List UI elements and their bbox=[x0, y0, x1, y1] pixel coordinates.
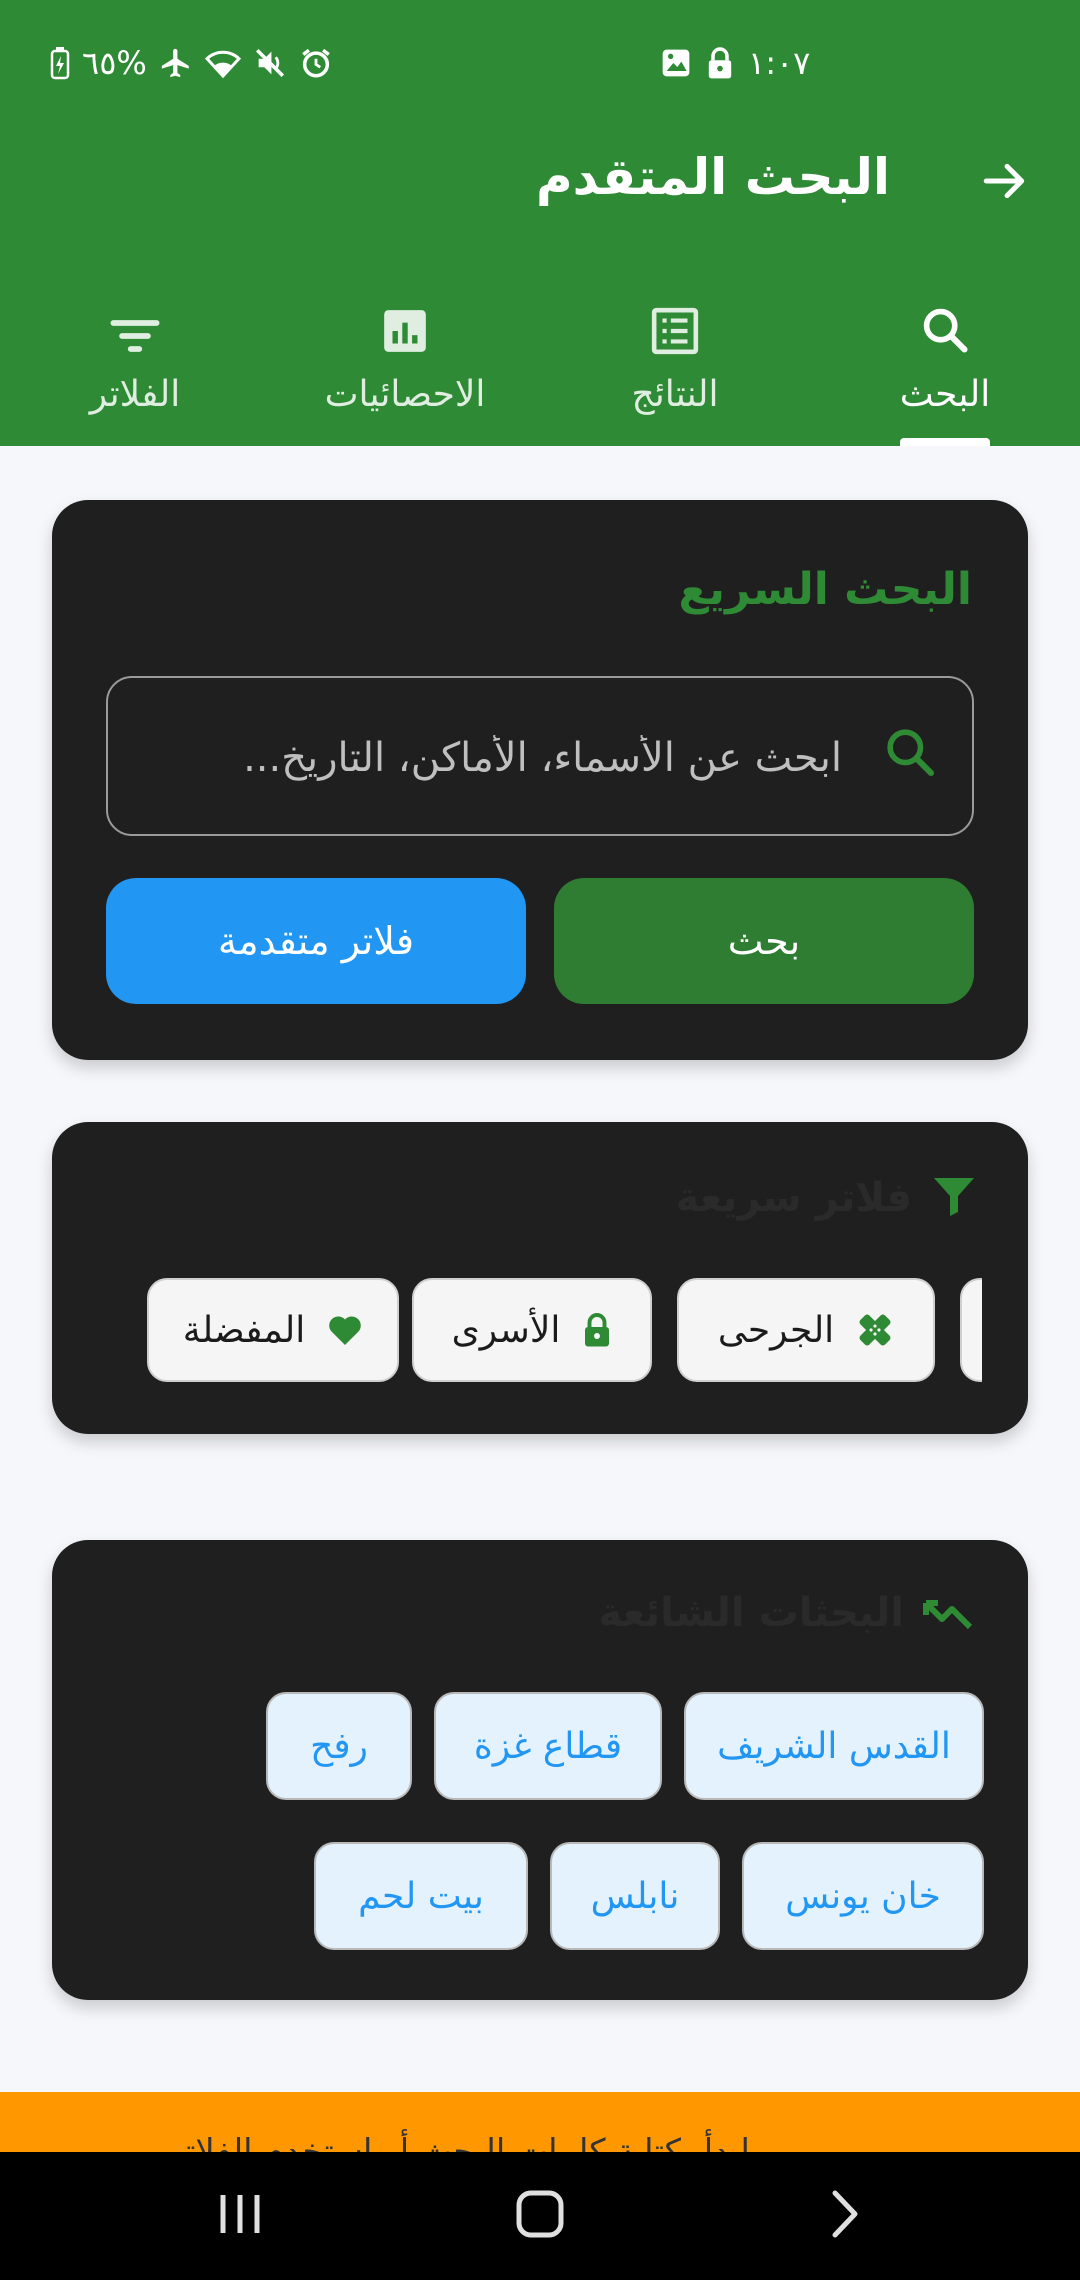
list-icon bbox=[650, 306, 700, 360]
bar-chart-icon bbox=[380, 306, 430, 360]
quick-filters-title: فلاتر سريعة bbox=[675, 1175, 912, 1221]
funnel-icon bbox=[930, 1172, 978, 1224]
place-chip[interactable]: خان يونس bbox=[742, 1842, 984, 1950]
lock-icon bbox=[582, 1312, 612, 1348]
trending-up-icon bbox=[922, 1591, 978, 1635]
tab-filters[interactable]: الفلاتر bbox=[0, 280, 270, 446]
tab-label: الفلاتر bbox=[89, 374, 181, 415]
chip-label: الجرحى bbox=[717, 1309, 835, 1351]
tab-statistics[interactable]: الاحصائيات bbox=[270, 280, 540, 446]
tab-label: البحث bbox=[899, 374, 991, 415]
home-icon bbox=[515, 2189, 565, 2243]
recents-icon bbox=[215, 2191, 265, 2241]
tab-search[interactable]: البحث bbox=[810, 280, 1080, 446]
filter-chips-row: المفضلة الأسرى الجرحى ء bbox=[92, 1278, 982, 1386]
search-input[interactable] bbox=[202, 718, 842, 798]
banner-text: ابدأ بكتابة كلمات البحث أو استخدم الفلات… bbox=[167, 2132, 750, 2152]
popular-searches-card: البحثات الشائعة القدس الشريف قطاع غزة رف… bbox=[52, 1540, 1028, 2000]
search-field[interactable] bbox=[106, 676, 974, 836]
airplane-icon bbox=[159, 46, 193, 80]
place-chip[interactable]: نابلس bbox=[550, 1842, 720, 1950]
chip-favorites[interactable]: المفضلة bbox=[147, 1278, 399, 1382]
status-right: ١:٠٧ bbox=[660, 44, 810, 82]
chip-partial[interactable]: ء bbox=[960, 1278, 982, 1382]
quick-search-card: البحث السريع بحث فلاتر متقدمة bbox=[52, 500, 1028, 1060]
search-button[interactable]: بحث bbox=[554, 878, 974, 1004]
quick-search-title: البحث السريع bbox=[678, 564, 973, 615]
lock-status-icon bbox=[706, 46, 734, 80]
tab-label: الاحصائيات bbox=[324, 374, 486, 415]
battery-percent: ٦٥% bbox=[82, 44, 147, 82]
place-chip[interactable]: بيت لحم bbox=[314, 1842, 528, 1950]
tab-bar: البحث النتائج الاحصائيات الفلاتر bbox=[0, 280, 1080, 446]
place-chip[interactable]: قطاع غزة bbox=[434, 1692, 662, 1800]
advanced-filters-button[interactable]: فلاتر متقدمة bbox=[106, 878, 526, 1004]
screen: ٦٥% ١:٠٧ البحث المتقدم البحث النتائج الا… bbox=[0, 0, 1080, 2280]
chip-label: الأسرى bbox=[451, 1309, 561, 1351]
chevron-right-icon bbox=[827, 2189, 863, 2243]
quick-filters-header: فلاتر سريعة bbox=[676, 1172, 978, 1224]
app-bar: البحث المتقدم bbox=[0, 130, 1080, 230]
popular-searches-title: البحثات الشائعة bbox=[598, 1590, 904, 1636]
back-button[interactable] bbox=[970, 148, 1040, 218]
bandage-icon bbox=[856, 1311, 894, 1349]
chip-prisoners[interactable]: الأسرى bbox=[412, 1278, 652, 1382]
search-icon bbox=[882, 724, 938, 784]
place-chip[interactable]: القدس الشريف bbox=[684, 1692, 984, 1800]
status-bar: ٦٥% ١:٠٧ bbox=[0, 38, 1080, 90]
system-navigation-bar bbox=[0, 2152, 1080, 2280]
tab-results[interactable]: النتائج bbox=[540, 280, 810, 446]
back-nav-button[interactable] bbox=[765, 2152, 925, 2280]
quick-filters-card: فلاتر سريعة المفضلة الأسرى الجرحى bbox=[52, 1122, 1028, 1434]
mute-icon bbox=[253, 46, 287, 80]
chip-wounded[interactable]: الجرحى bbox=[677, 1278, 935, 1382]
active-tab-indicator bbox=[900, 438, 990, 446]
wifi-icon bbox=[204, 47, 241, 79]
search-icon bbox=[919, 304, 971, 360]
clock-time: ١:٠٧ bbox=[748, 44, 811, 82]
filter-icon bbox=[109, 316, 161, 360]
heart-icon bbox=[327, 1313, 363, 1347]
alarm-icon bbox=[299, 46, 333, 80]
status-left: ٦٥% bbox=[50, 44, 333, 82]
place-chip[interactable]: رفح bbox=[266, 1692, 412, 1800]
popular-searches-header: البحثات الشائعة bbox=[598, 1590, 978, 1636]
chip-label: المفضلة bbox=[182, 1309, 306, 1351]
hint-banner: ابدأ بكتابة كلمات البحث أو استخدم الفلات… bbox=[0, 2092, 1080, 2152]
tab-label: النتائج bbox=[631, 374, 719, 415]
home-button[interactable] bbox=[460, 2152, 620, 2280]
gallery-icon bbox=[660, 47, 692, 79]
arrow-forward-icon bbox=[980, 156, 1030, 210]
battery-icon bbox=[50, 46, 70, 80]
recent-apps-button[interactable] bbox=[160, 2152, 320, 2280]
top-app-area: ٦٥% ١:٠٧ البحث المتقدم البحث النتائج الا… bbox=[0, 0, 1080, 446]
page-title: البحث المتقدم bbox=[535, 148, 890, 206]
